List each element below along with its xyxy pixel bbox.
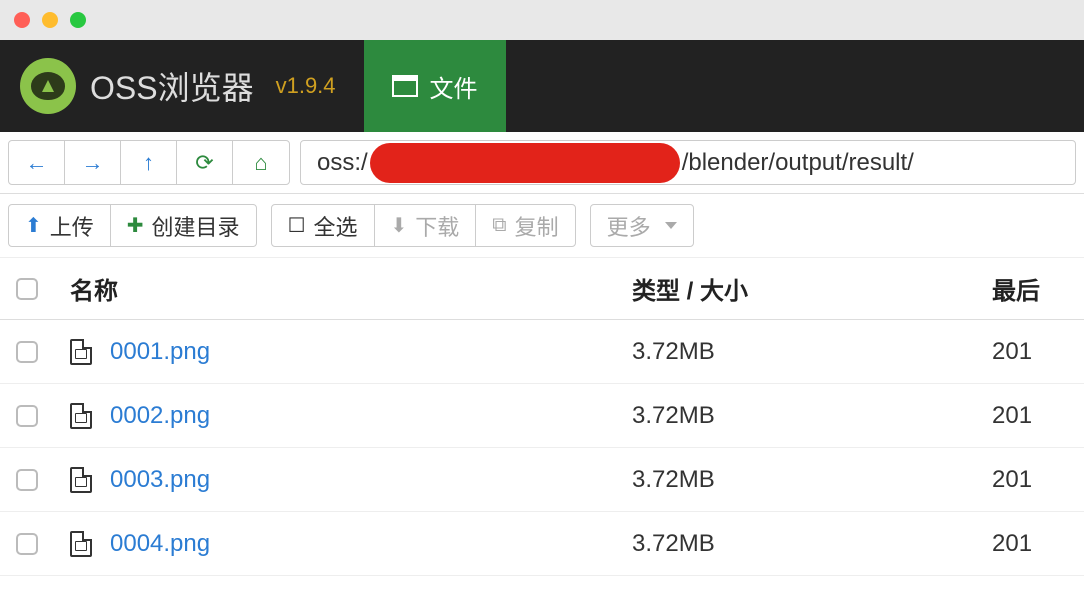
- image-file-icon: [70, 531, 92, 557]
- file-date: 201: [992, 466, 1068, 494]
- file-date: 201: [992, 402, 1068, 430]
- arrow-up-icon: ↑: [143, 150, 154, 176]
- file-name-link[interactable]: 0004.png: [110, 530, 210, 557]
- image-file-icon: [70, 403, 92, 429]
- app-version: v1.9.4: [276, 73, 336, 99]
- refresh-icon: ⟳: [195, 150, 213, 176]
- nav-button-group: ← → ↑ ⟳ ⌂: [8, 140, 290, 185]
- address-suffix: /blender/output/result/: [682, 149, 914, 177]
- row-checkbox[interactable]: [16, 405, 38, 427]
- app-logo-icon: [20, 58, 76, 114]
- nav-up-button[interactable]: ↑: [121, 141, 177, 184]
- brand: OSS浏览器 v1.9.4: [0, 40, 356, 132]
- arrow-left-icon: ←: [26, 150, 48, 176]
- table-row: 0003.png 3.72MB 201: [0, 448, 1084, 512]
- select-all-label: 全选: [314, 210, 358, 242]
- folder-icon: [392, 75, 418, 97]
- table-row: 0004.png 3.72MB 201: [0, 512, 1084, 576]
- image-file-icon: [70, 467, 92, 493]
- upload-label: 上传: [50, 210, 94, 242]
- download-label: 下载: [415, 210, 459, 242]
- file-size: 3.72MB: [632, 402, 992, 430]
- file-name-link[interactable]: 0003.png: [110, 466, 210, 493]
- address-redacted: [370, 143, 680, 183]
- plus-icon: ✚: [127, 213, 144, 238]
- row-checkbox[interactable]: [16, 533, 38, 555]
- more-button[interactable]: 更多: [591, 205, 693, 246]
- address-bar[interactable]: oss:/ /blender/output/result/: [300, 140, 1076, 185]
- nav-home-button[interactable]: ⌂: [233, 141, 289, 184]
- file-size: 3.72MB: [632, 530, 992, 558]
- file-size: 3.72MB: [632, 466, 992, 494]
- chevron-down-icon: [665, 222, 677, 229]
- nav-refresh-button[interactable]: ⟳: [177, 141, 233, 184]
- app-header: OSS浏览器 v1.9.4 文件: [0, 40, 1084, 132]
- col-name-header[interactable]: 名称: [70, 271, 632, 306]
- select-all-button[interactable]: ☐ 全选: [272, 205, 375, 246]
- tab-files-label: 文件: [430, 69, 478, 104]
- download-icon: ⬇: [391, 213, 408, 238]
- upload-button[interactable]: ⬆ 上传: [9, 205, 111, 246]
- window-zoom-button[interactable]: [70, 12, 86, 28]
- nav-forward-button[interactable]: →: [65, 141, 121, 184]
- file-date: 201: [992, 338, 1068, 366]
- table-header: 名称 类型 / 大小 最后: [0, 258, 1084, 320]
- file-size: 3.72MB: [632, 338, 992, 366]
- tab-files[interactable]: 文件: [364, 40, 506, 132]
- copy-label: 复制: [515, 210, 559, 242]
- table-row: 0002.png 3.72MB 201: [0, 384, 1084, 448]
- select-all-checkbox[interactable]: [16, 278, 38, 300]
- table-row: 0001.png 3.72MB 201: [0, 320, 1084, 384]
- arrow-right-icon: →: [82, 150, 104, 176]
- app-title: OSS浏览器: [90, 63, 254, 109]
- more-label: 更多: [607, 210, 651, 242]
- copy-icon: ⧉: [492, 214, 506, 237]
- file-name-link[interactable]: 0002.png: [110, 402, 210, 429]
- nav-toolbar: ← → ↑ ⟳ ⌂ oss:/ /blender/output/result/: [0, 132, 1084, 194]
- nav-back-button[interactable]: ←: [9, 141, 65, 184]
- file-date: 201: [992, 530, 1068, 558]
- window-minimize-button[interactable]: [42, 12, 58, 28]
- image-file-icon: [70, 339, 92, 365]
- row-checkbox[interactable]: [16, 469, 38, 491]
- row-checkbox[interactable]: [16, 341, 38, 363]
- home-icon: ⌂: [254, 150, 267, 176]
- col-date-header[interactable]: 最后: [992, 271, 1068, 306]
- upload-icon: ⬆: [25, 213, 42, 238]
- checkbox-empty-icon: ☐: [288, 213, 306, 238]
- window-titlebar: [0, 0, 1084, 40]
- mkdir-label: 创建目录: [152, 210, 240, 242]
- col-type-header[interactable]: 类型 / 大小: [632, 271, 992, 306]
- download-button[interactable]: ⬇ 下载: [375, 205, 477, 246]
- file-name-link[interactable]: 0001.png: [110, 338, 210, 365]
- mkdir-button[interactable]: ✚ 创建目录: [111, 205, 256, 246]
- address-prefix: oss:/: [317, 149, 368, 177]
- action-toolbar: ⬆ 上传 ✚ 创建目录 ☐ 全选 ⬇ 下载 ⧉ 复制 更多: [0, 194, 1084, 258]
- copy-button[interactable]: ⧉ 复制: [476, 205, 574, 246]
- window-close-button[interactable]: [14, 12, 30, 28]
